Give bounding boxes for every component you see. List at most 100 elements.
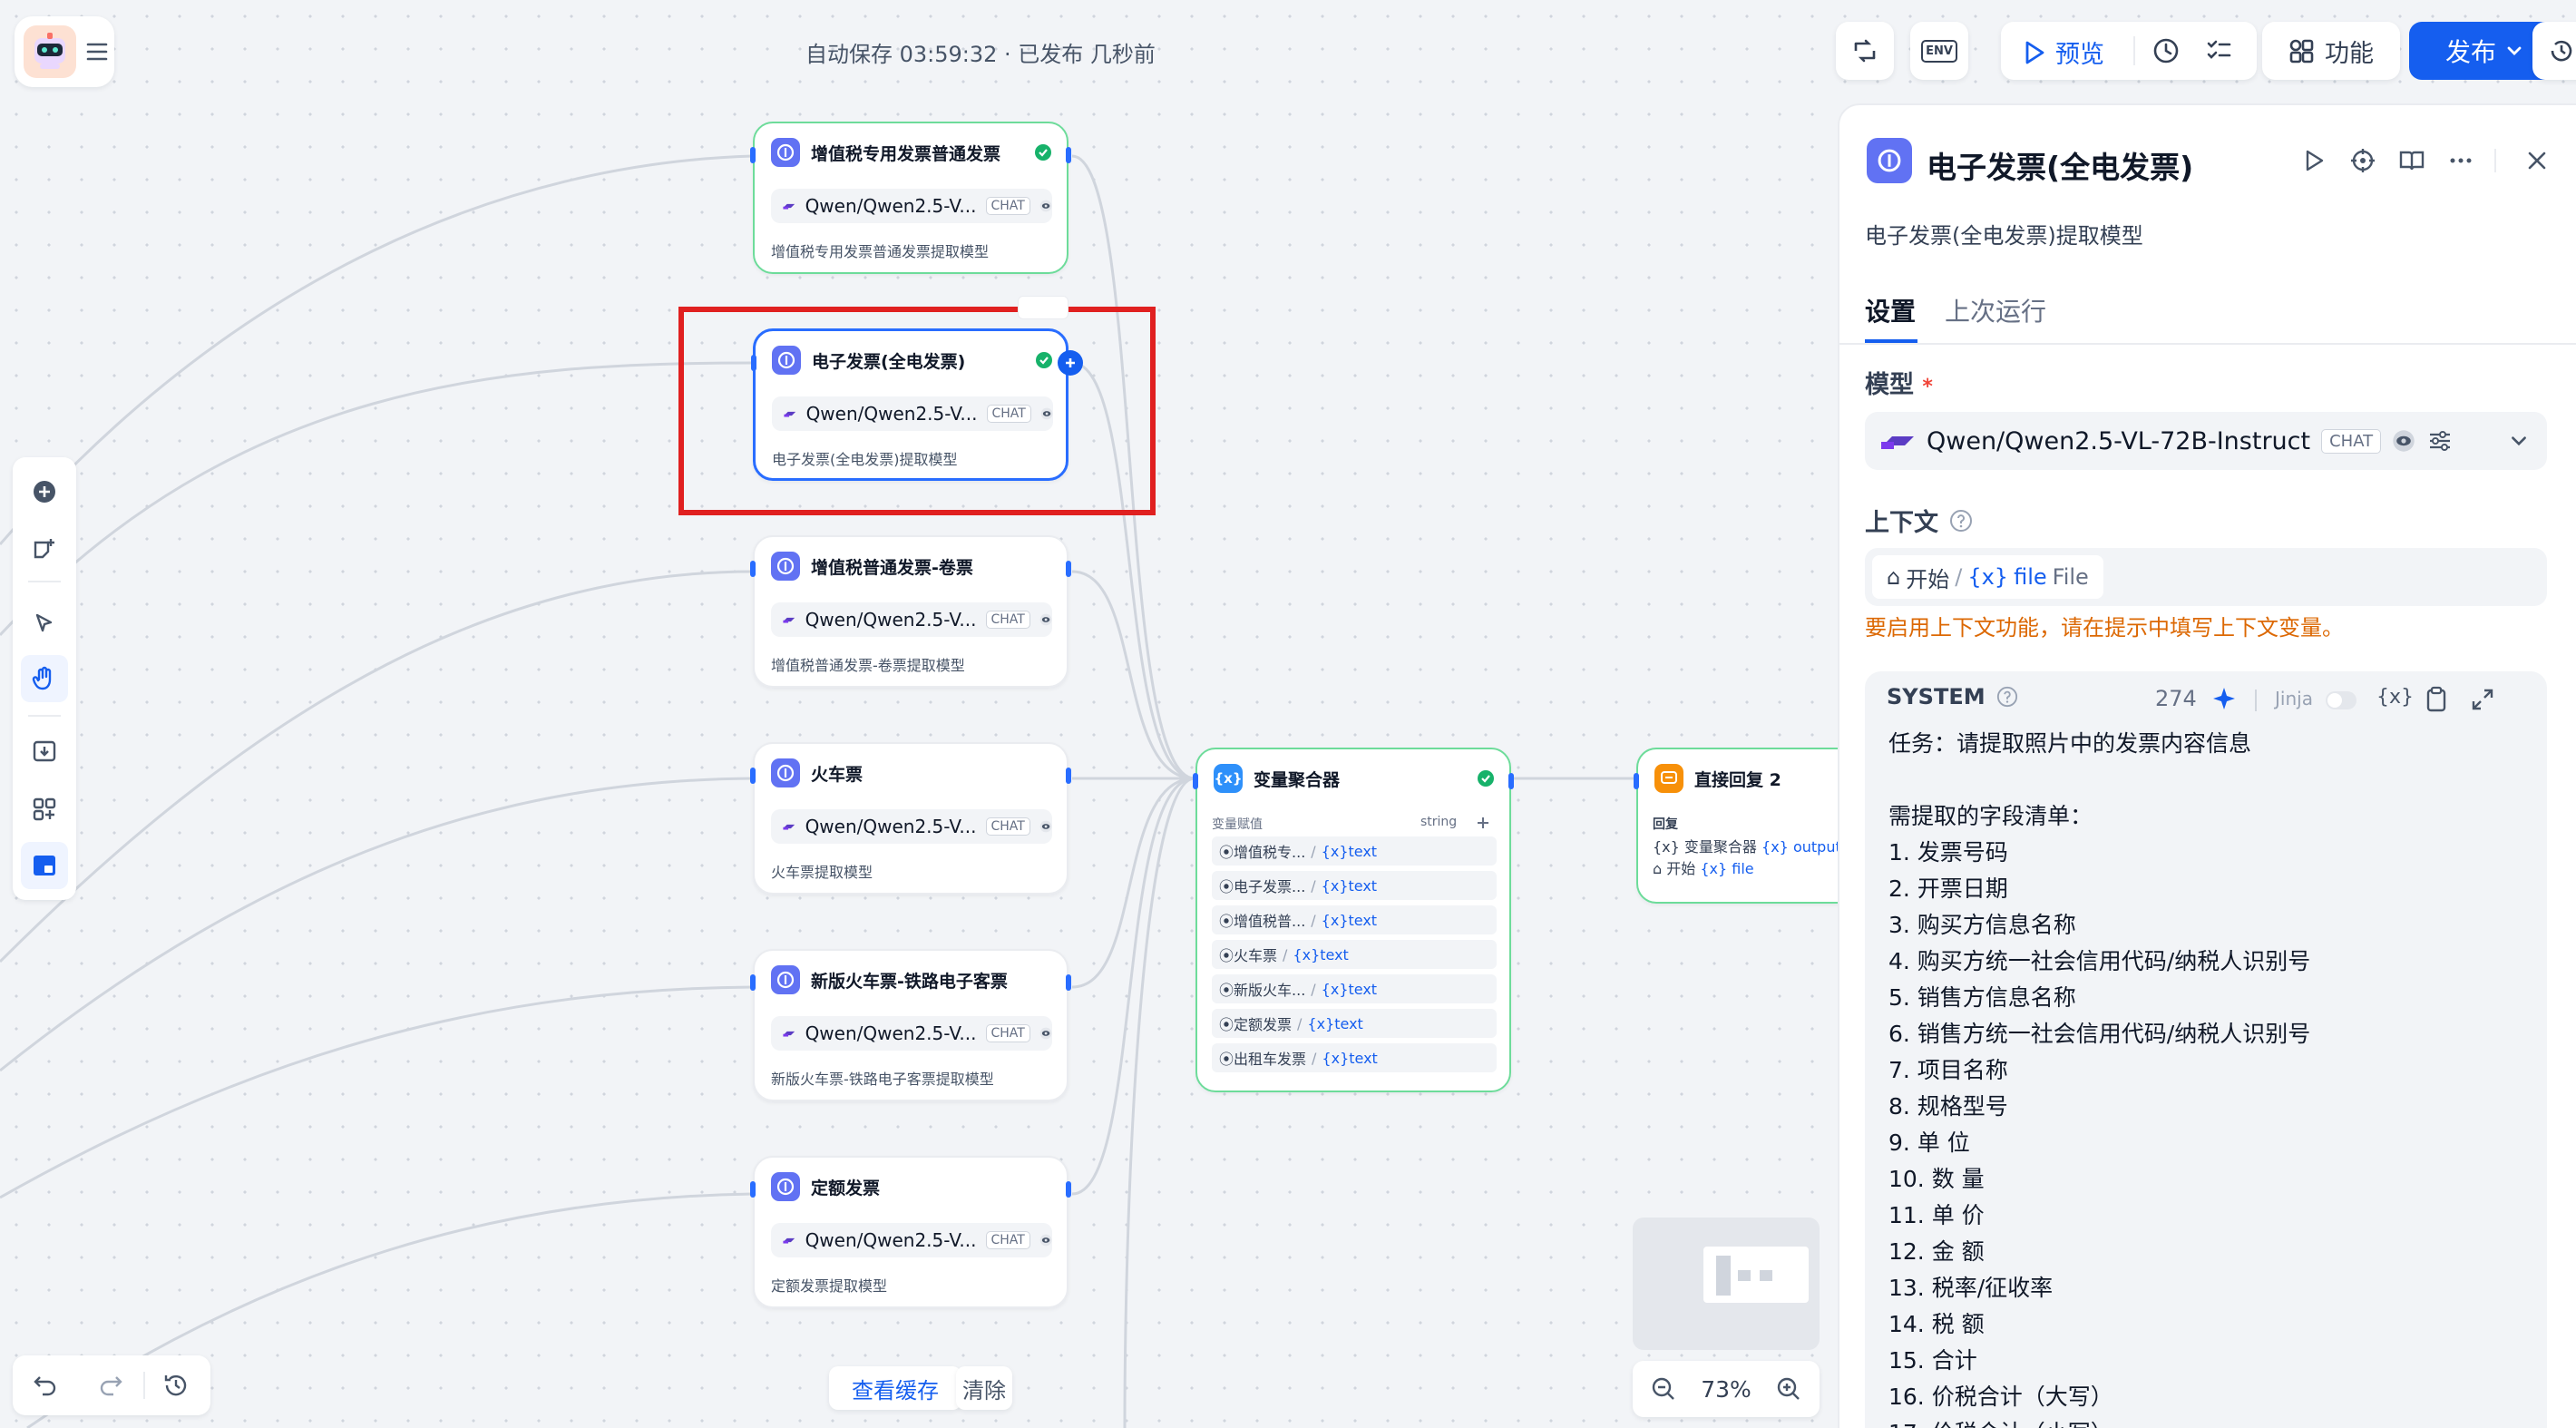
- env-button[interactable]: ENV: [1910, 22, 1968, 80]
- input-port[interactable]: [1193, 773, 1198, 789]
- add-variable-icon[interactable]: [1475, 815, 1491, 831]
- zoom-level[interactable]: 73%: [1701, 1376, 1751, 1403]
- llm-icon: [771, 965, 800, 994]
- aggregator-row[interactable]: ⦿ 增值税专... / {x} text: [1212, 836, 1497, 866]
- chevron-down-icon: [2512, 436, 2526, 446]
- output-port[interactable]: [1508, 773, 1514, 789]
- aggregator-row[interactable]: ⦿ 增值税普... / {x} text: [1212, 905, 1497, 934]
- aggregator-row[interactable]: ⦿ 火车票 / {x} text: [1212, 940, 1497, 969]
- separator: /: [1297, 1014, 1303, 1032]
- book-icon[interactable]: [2398, 147, 2425, 174]
- context-label-text: 上下文: [1865, 509, 1938, 537]
- sparkle-icon[interactable]: [2211, 686, 2237, 711]
- system-prompt-editor[interactable]: SYSTEM 274 Jinja {x} 任务：请提取照片中的发票内容信息 需提…: [1865, 671, 2547, 1428]
- minimap-toggle-button[interactable]: [21, 842, 68, 889]
- success-check-icon: [1478, 770, 1494, 787]
- help-icon[interactable]: [1996, 686, 2018, 708]
- system-prompt-text[interactable]: 任务：请提取照片中的发票内容信息 需提取的字段清单： 1. 发票号码 2. 开票日期…: [1888, 726, 2310, 1428]
- output-port[interactable]: [1066, 561, 1071, 577]
- clear-cache-button[interactable]: 清除: [956, 1366, 1012, 1410]
- expand-icon[interactable]: [2471, 688, 2494, 711]
- model-selector[interactable]: Qwen/Qwen2.5-VL-72B-Instruct CHAT: [1865, 412, 2547, 470]
- preview-button[interactable]: 预览: [2023, 34, 2104, 70]
- prompt-line: 13. 税率/征收率: [1888, 1275, 2054, 1301]
- aggregator-row[interactable]: ⦿ 电子发票... / {x} text: [1212, 871, 1497, 900]
- tabs-divider: [1839, 343, 2576, 345]
- chevron-down-icon: [2507, 46, 2522, 55]
- context-selector[interactable]: ⌂ 开始 / {x} file File: [1865, 548, 2547, 606]
- zoom-in-icon[interactable]: [1776, 1376, 1801, 1402]
- context-type: File: [2052, 564, 2089, 590]
- help-icon[interactable]: [1949, 509, 1973, 533]
- llm-icon: ⦿: [1219, 1016, 1234, 1033]
- tab-last-run[interactable]: 上次运行: [1945, 292, 2046, 328]
- menu-icon[interactable]: [85, 38, 109, 65]
- jinja-toggle[interactable]: [2326, 691, 2356, 709]
- home-icon: ⌂: [1887, 564, 1901, 590]
- pointer-mode-button[interactable]: [24, 604, 64, 644]
- llm-node-6[interactable]: 定额发票 Qwen/Qwen2.5-V... CHAT 定额发票提取模型: [750, 1156, 1071, 1308]
- checklist-icon-button[interactable]: [2200, 34, 2237, 67]
- add-node-button[interactable]: [24, 472, 64, 512]
- checklist-button[interactable]: [1836, 22, 1894, 80]
- llm-icon: ⦿: [1219, 1051, 1234, 1068]
- organize-button[interactable]: [24, 789, 64, 829]
- llm-node-3[interactable]: 增值税普通发票-卷票 Qwen/Qwen2.5-V... CHAT 增值税普通发…: [750, 535, 1071, 688]
- llm-node-1[interactable]: 增值税专用发票普通发票 Qwen/Qwen2.5-V... CHAT 增值税专用…: [750, 122, 1071, 274]
- clipboard-icon[interactable]: [2424, 686, 2449, 713]
- sliders-icon[interactable]: [2426, 427, 2454, 455]
- input-port[interactable]: [1634, 773, 1639, 789]
- features-button[interactable]: 功能: [2262, 22, 2400, 80]
- run-history-button[interactable]: [2148, 34, 2184, 67]
- direct-reply-node[interactable]: 直接回复 2 回复 {x} 变量聚合器 {x} output ⌂ 开始 {x} …: [1634, 748, 1843, 904]
- variable-icon: {x}: [1322, 1049, 1350, 1067]
- jinja-label: Jinja: [2275, 688, 2313, 709]
- aggregator-row[interactable]: ⦿ 定额发票 / {x} text: [1212, 1009, 1497, 1038]
- separator: /: [1955, 564, 1963, 590]
- robot-icon: [34, 33, 65, 69]
- close-icon[interactable]: [2525, 149, 2549, 172]
- hand-mode-button[interactable]: [21, 655, 68, 702]
- aggregator-row[interactable]: ⦿ 出租车发票 / {x} text: [1212, 1043, 1497, 1072]
- zoom-out-icon[interactable]: [1651, 1376, 1676, 1402]
- redo-button[interactable]: [91, 1366, 131, 1404]
- version-history-button[interactable]: [2532, 22, 2576, 80]
- locate-icon[interactable]: [2349, 147, 2376, 174]
- undo-icon: [34, 1376, 56, 1396]
- variable-aggregator-node[interactable]: {x} 变量聚合器 变量赋值 string ⦿ 增值税专... / {x} text ⦿ 电…: [1193, 748, 1514, 1092]
- input-port[interactable]: [750, 147, 756, 163]
- tab-settings[interactable]: 设置: [1865, 292, 1916, 328]
- prompt-line: 9. 单 位: [1888, 1130, 1970, 1156]
- output-port[interactable]: [1066, 147, 1071, 163]
- row-source: 电子发票...: [1234, 878, 1306, 895]
- export-image-button[interactable]: [24, 731, 64, 771]
- input-port[interactable]: [750, 974, 756, 991]
- llm-node-4[interactable]: 火车票 Qwen/Qwen2.5-V... CHAT 火车票提取模型: [750, 742, 1071, 895]
- panel-description[interactable]: 电子发票(全电发票)提取模型: [1865, 218, 2143, 249]
- add-note-button[interactable]: [24, 530, 64, 570]
- input-port[interactable]: [750, 1181, 756, 1198]
- change-history-button[interactable]: [156, 1366, 196, 1404]
- insert-variable-icon[interactable]: {x}: [2376, 686, 2414, 709]
- add-next-node-button[interactable]: [1058, 350, 1083, 376]
- llm-node-5[interactable]: 新版火车票-铁路电子客票 Qwen/Qwen2.5-V... CHAT 新版火车…: [750, 949, 1071, 1101]
- app-logo[interactable]: [24, 25, 76, 78]
- node-header: 直接回复 2: [1654, 764, 1836, 793]
- input-port[interactable]: [750, 768, 756, 784]
- view-cache-button[interactable]: 查看缓存: [829, 1366, 961, 1410]
- node-mini-toolbar[interactable]: [1018, 296, 1068, 319]
- output-port[interactable]: [1066, 974, 1071, 991]
- separator: /: [1312, 1049, 1317, 1067]
- context-variable-tag[interactable]: ⌂ 开始 / {x} file File: [1872, 555, 2103, 599]
- aggregator-row[interactable]: ⦿ 新版火车... / {x} text: [1212, 974, 1497, 1003]
- output-port[interactable]: [1066, 768, 1071, 784]
- output-port[interactable]: [1066, 1181, 1071, 1198]
- run-step-icon[interactable]: [2300, 147, 2327, 174]
- node-model-name: Qwen/Qwen2.5-V...: [805, 609, 977, 631]
- undo-button[interactable]: [25, 1366, 65, 1404]
- more-icon[interactable]: [2447, 147, 2474, 174]
- minimap[interactable]: [1633, 1218, 1820, 1350]
- panel-title[interactable]: 电子发票(全电发票): [1927, 143, 2193, 187]
- input-port[interactable]: [750, 561, 756, 577]
- minimap-aggregator: [1738, 1270, 1751, 1281]
